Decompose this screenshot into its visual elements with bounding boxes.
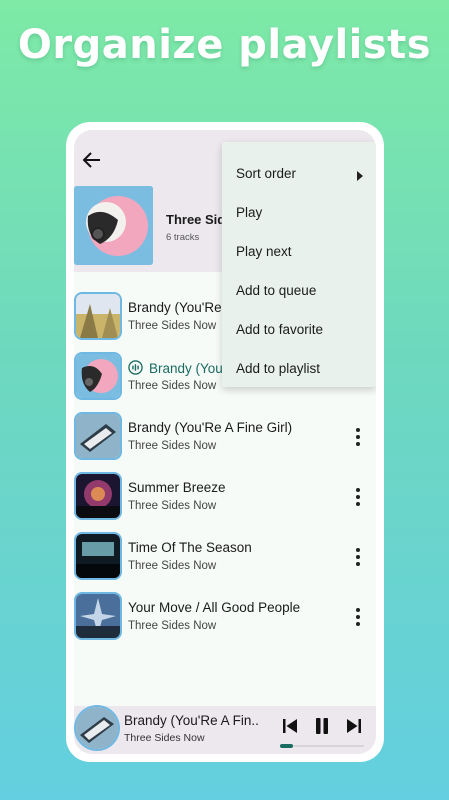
track-title: Brandy (You'Re A Fine Girl): [128, 420, 293, 435]
track-title: Time Of The Season: [128, 540, 252, 555]
menu-item-play-next[interactable]: Play next: [236, 244, 292, 259]
more-vert-icon[interactable]: [350, 606, 366, 628]
now-playing-artist: Three Sides Now: [124, 732, 205, 744]
track-artist: Three Sides Now: [128, 500, 217, 512]
track-artist: Three Sides Now: [128, 440, 217, 452]
mini-player[interactable]: Brandy (You'Re A Fin.. Three Sides Now: [74, 706, 376, 754]
track-row[interactable]: Brandy (You'Re A Fine Girl) Three Sides …: [74, 414, 376, 474]
track-cover: [76, 474, 120, 518]
skip-next-icon[interactable]: [344, 716, 364, 736]
playlist-track-count: 6 tracks: [166, 232, 200, 243]
back-arrow-icon[interactable]: [80, 148, 104, 172]
now-playing-title: Brandy (You'Re A Fin..: [124, 713, 259, 728]
now-playing-cover: [76, 707, 118, 749]
caret-right-icon: [357, 171, 363, 181]
menu-item-play[interactable]: Play: [236, 205, 262, 220]
track-row[interactable]: Summer Breeze Three Sides Now: [74, 474, 376, 534]
track-row[interactable]: Time Of The Season Three Sides Now: [74, 534, 376, 594]
pause-icon[interactable]: [312, 716, 332, 736]
phone-frame: Three Sides Now 6 tracks Brandy (You'Re …: [66, 122, 384, 762]
track-cover: [76, 414, 120, 458]
options-menu: Sort order Play Play next Add to queue A…: [222, 142, 376, 387]
skip-previous-icon[interactable]: [280, 716, 300, 736]
menu-item-add-to-favorite[interactable]: Add to favorite: [236, 322, 323, 337]
track-artist: Three Sides Now: [128, 560, 217, 572]
track-cover: [76, 594, 120, 638]
more-vert-icon[interactable]: [350, 546, 366, 568]
playlist-cover: [74, 186, 153, 265]
app-screen: Three Sides Now 6 tracks Brandy (You'Re …: [74, 130, 376, 754]
playback-progress-fill: [280, 744, 293, 748]
track-row[interactable]: Your Move / All Good People Three Sides …: [74, 594, 376, 654]
playback-progress[interactable]: [280, 744, 364, 748]
menu-item-add-to-playlist[interactable]: Add to playlist: [236, 361, 320, 376]
headline: Organize playlists: [17, 22, 432, 68]
track-artist: Three Sides Now: [128, 320, 217, 332]
track-artist: Three Sides Now: [128, 620, 217, 632]
track-cover: [76, 354, 120, 398]
menu-item-sort-order[interactable]: Sort order: [236, 166, 296, 181]
more-vert-icon[interactable]: [350, 486, 366, 508]
more-vert-icon[interactable]: [350, 426, 366, 448]
track-artist: Three Sides Now: [128, 380, 217, 392]
track-title: Your Move / All Good People: [128, 600, 301, 615]
track-cover: [76, 294, 120, 338]
menu-item-add-to-queue[interactable]: Add to queue: [236, 283, 316, 298]
track-cover: [76, 534, 120, 578]
equalizer-icon: [128, 360, 143, 375]
track-title: Summer Breeze: [128, 480, 226, 495]
